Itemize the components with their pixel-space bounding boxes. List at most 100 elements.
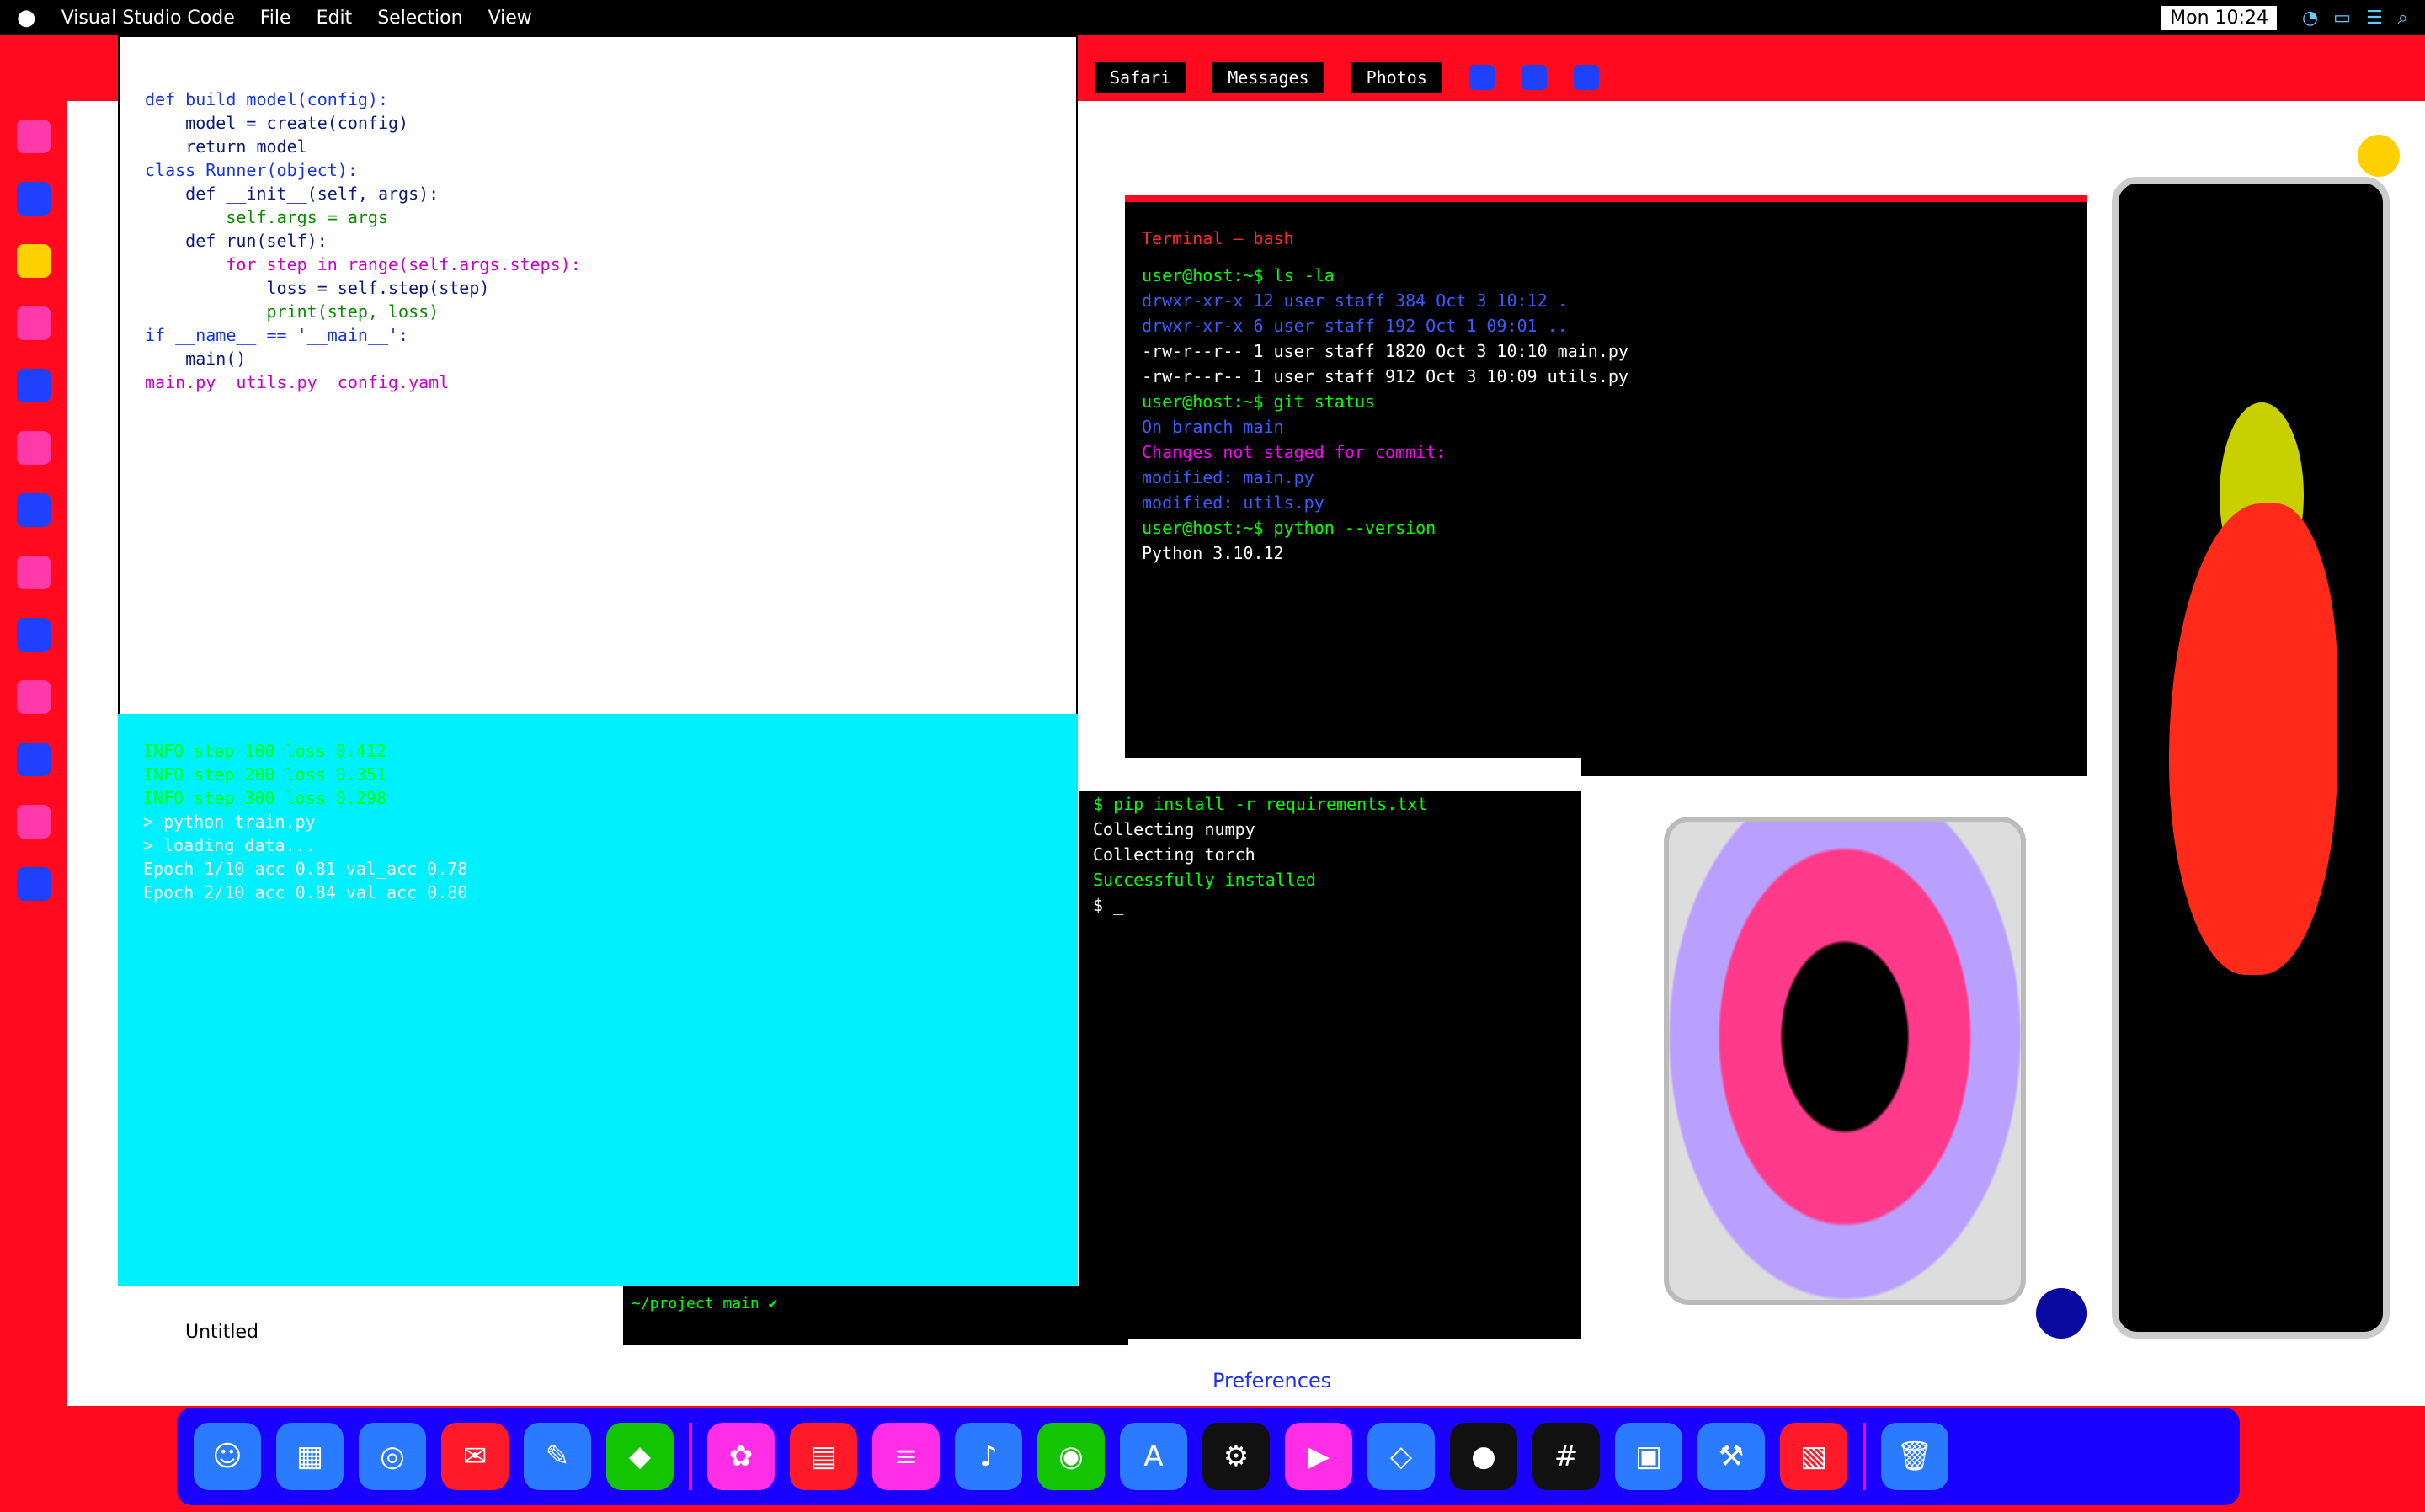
dock-trash-icon[interactable]: 🗑 [1881, 1423, 1948, 1490]
preferences-link[interactable]: Preferences [1212, 1369, 1331, 1392]
menu-item-edit[interactable]: Edit [317, 8, 353, 29]
console-line: > loading data... [143, 835, 316, 855]
terminal-line: user@host:~$ ls -la [1142, 265, 1335, 285]
dock-zoom-icon[interactable]: ▣ [1615, 1423, 1682, 1490]
menu-item-selection[interactable]: Selection [377, 8, 462, 29]
sidebar-icon[interactable] [17, 369, 51, 402]
terminal-window-top[interactable]: Terminal — bash user@host:~$ ls -la drwx… [1125, 195, 2087, 776]
terminal-line: $ pip install -r requirements.txt [1093, 794, 1428, 814]
terminal-titlebar[interactable] [1079, 758, 1581, 791]
spotlight-icon[interactable]: ⌕ [2398, 8, 2408, 29]
sidebar-icon[interactable] [17, 120, 51, 153]
dock-appstore-icon[interactable]: A [1120, 1423, 1187, 1490]
code-line: return model [145, 136, 307, 157]
dock-finder-icon[interactable]: ☺ [194, 1423, 261, 1490]
console-line: INFO step 200 loss 0.351 [143, 764, 386, 785]
battery-icon[interactable]: ▭ [2333, 8, 2351, 29]
sidebar-icon[interactable] [17, 431, 51, 465]
terminal-line: Python 3.10.12 [1142, 543, 1284, 563]
sidebar-icon[interactable] [17, 805, 51, 839]
dock-messages-icon[interactable]: ✎ [524, 1423, 591, 1490]
menubar-clock[interactable]: Mon 10:24 [2161, 5, 2277, 30]
code-line: if __name__ == '__main__': [145, 325, 409, 345]
dock-maps-icon[interactable]: ◆ [606, 1423, 674, 1490]
terminal-prompt-strip[interactable]: ~/project main ✔ [623, 1286, 1128, 1345]
code-line: self.args = args [145, 207, 388, 227]
terminal-line: Successfully installed [1093, 870, 1316, 890]
menu-item-app[interactable]: Visual Studio Code [61, 8, 235, 29]
terminal-window-middle[interactable]: $ pip install -r requirements.txt Collec… [1079, 758, 1581, 1339]
sidebar-icon[interactable] [17, 244, 51, 278]
photo-detail [2169, 503, 2337, 975]
apple-menu-icon[interactable]: ● [17, 5, 36, 30]
dock-settings-icon[interactable]: ⚙ [1202, 1423, 1270, 1490]
code-line: model = create(config) [145, 113, 409, 133]
dock-xcode-icon[interactable]: ⚒ [1698, 1423, 1765, 1490]
notification-dot[interactable] [2358, 135, 2400, 177]
sidebar-icon[interactable] [17, 680, 51, 714]
code-line: def build_model(config): [145, 89, 388, 109]
sidebar-icon[interactable] [17, 867, 51, 901]
code-line: def __init__(self, args): [145, 184, 440, 204]
menubar-status-icons: ◔ ▭ ☰ ⌕ [2302, 8, 2408, 29]
console-line: INFO step 100 loss 0.412 [143, 741, 386, 761]
dock: ☺ ▦ ◎ ✉ ✎ ◆ ✿ ▤ ≡ ♪ ◉ A ⚙ ▶ ◇ ● # ▣ ⚒ ▧ … [177, 1408, 2240, 1505]
dock-music-icon[interactable]: ♪ [955, 1423, 1022, 1490]
sidebar-icon[interactable] [17, 618, 51, 652]
wifi-icon[interactable]: ◔ [2302, 8, 2318, 29]
dock-podcasts-icon[interactable]: ◉ [1037, 1423, 1105, 1490]
dock-notes-icon[interactable]: ≡ [872, 1423, 940, 1490]
dock-separator [689, 1423, 692, 1490]
terminal-line: drwxr-xr-x 6 user staff 192 Oct 1 09:01 … [1142, 316, 1568, 336]
dock-terminal-icon[interactable]: ▶ [1285, 1423, 1352, 1490]
terminal-line: drwxr-xr-x 12 user staff 384 Oct 3 10:12… [1142, 290, 1568, 311]
toolbar-icon[interactable] [1573, 65, 1599, 90]
code-line: loss = self.step(step) [145, 278, 490, 298]
desktop-file-label[interactable]: Untitled [185, 1322, 258, 1343]
console-panel[interactable]: INFO step 100 loss 0.412 INFO step 200 l… [118, 714, 1078, 1286]
editor-tabbar[interactable]: main.py utils.py config.yaml [145, 370, 1059, 394]
sidebar-icon[interactable] [17, 556, 51, 589]
code-editor-lines[interactable]: def build_model(config): model = create(… [120, 37, 1076, 394]
record-button[interactable] [2036, 1288, 2087, 1339]
dock-photos-icon[interactable]: ✿ [707, 1423, 775, 1490]
code-editor-window[interactable]: def build_model(config): model = create(… [118, 35, 1078, 734]
code-line: print(step, loss) [145, 301, 440, 322]
console-line: INFO step 300 loss 0.298 [143, 788, 386, 808]
tab-safari[interactable]: Safari [1095, 62, 1186, 93]
dock-mail-icon[interactable]: ✉ [441, 1423, 509, 1490]
terminal-line: Changes not staged for commit: [1142, 442, 1447, 462]
toolbar-icon[interactable] [1468, 65, 1495, 90]
sidebar-icon[interactable] [17, 306, 51, 340]
dock-safari-icon[interactable]: ◎ [359, 1423, 426, 1490]
dock-chrome-icon[interactable]: ● [1450, 1423, 1517, 1490]
photo-portrait[interactable] [2112, 177, 2390, 1339]
console-line: Epoch 2/10 acc 0.84 val_acc 0.80 [143, 882, 468, 902]
sidebar-icon[interactable] [17, 493, 51, 527]
terminal-line: $ _ [1093, 895, 1124, 915]
dock-calendar-icon[interactable]: ▤ [790, 1423, 857, 1490]
dock-slack-icon[interactable]: # [1532, 1423, 1600, 1490]
sidebar-icon[interactable] [17, 182, 51, 216]
console-line: Epoch 1/10 acc 0.81 val_acc 0.78 [143, 859, 468, 879]
terminal-line: modified: main.py [1142, 467, 1314, 487]
dock-launchpad-icon[interactable]: ▦ [276, 1423, 344, 1490]
terminal-line: user@host:~$ git status [1142, 391, 1375, 412]
code-line: def run(self): [145, 231, 328, 251]
browser-tab-strip: Safari Messages Photos [1078, 54, 2425, 101]
dock-code-icon[interactable]: ◇ [1367, 1423, 1435, 1490]
console-line: > python train.py [143, 812, 316, 832]
terminal-title: Terminal — bash [1142, 228, 1294, 248]
tab-photos[interactable]: Photos [1351, 62, 1442, 93]
terminal-line: modified: utils.py [1142, 492, 1324, 513]
menu-item-file[interactable]: File [260, 8, 291, 29]
toolbar-icon[interactable] [1521, 65, 1547, 90]
menu-item-view[interactable]: View [488, 8, 532, 29]
sidebar-icon[interactable] [17, 743, 51, 776]
tab-messages[interactable]: Messages [1212, 62, 1324, 93]
control-center-icon[interactable]: ☰ [2366, 8, 2383, 29]
terminal-line: Collecting torch [1093, 844, 1255, 865]
terminal-line: Collecting numpy [1093, 819, 1255, 839]
photo-thumbnail[interactable] [1664, 817, 2026, 1305]
dock-preview-icon[interactable]: ▧ [1780, 1423, 1847, 1490]
